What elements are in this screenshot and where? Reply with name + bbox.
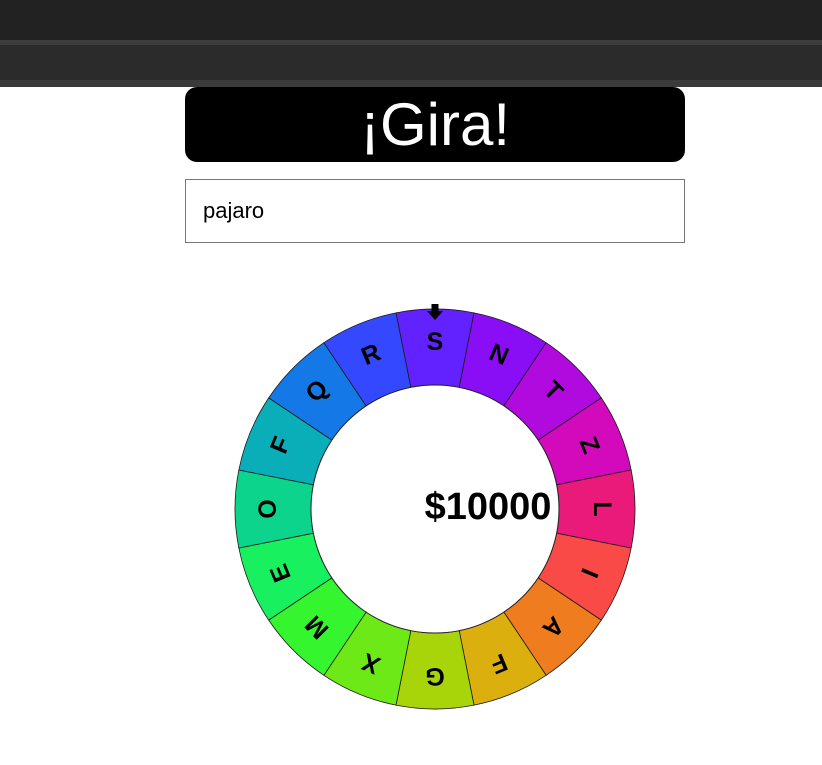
wheel-segment-letter: O	[254, 499, 282, 518]
wheel-segment-letter: G	[425, 662, 444, 690]
wheel-segment-letter: S	[427, 328, 444, 356]
wheel-segment-letter: L	[588, 501, 616, 516]
prize-amount: $10000	[425, 486, 552, 528]
spin-wheel[interactable]: S NTZLIAFGXMEOFQR $10000	[0, 0, 822, 765]
